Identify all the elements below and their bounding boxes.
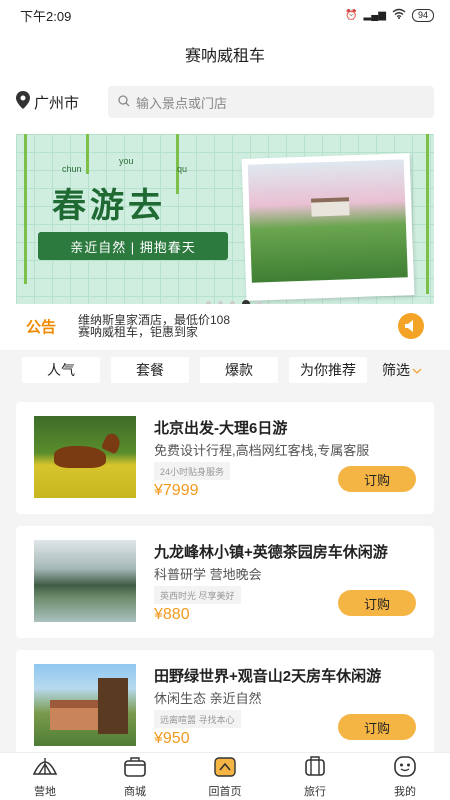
search-icon (118, 94, 130, 110)
category-tags: 人气 套餐 爆款 为你推荐 筛选 (0, 350, 450, 390)
search-placeholder: 输入景点或门店 (136, 95, 228, 111)
banner-section: chun you qu 春游去 亲近自然 | 拥抱春天 公告 维纳斯皇家酒店，最… (0, 126, 450, 350)
tab-profile[interactable]: 我的 (360, 753, 450, 800)
tab-label: 营地 (34, 786, 56, 798)
filter-label: 筛选 (382, 362, 410, 378)
product-badge: 24小时贴身服务 (154, 462, 231, 480)
tag-popular[interactable]: 人气 (22, 357, 100, 383)
tab-label: 回首页 (208, 786, 242, 798)
product-desc: 科普研学 营地晚会 (154, 567, 262, 582)
signal-icon: ▂▄▆ (363, 9, 386, 21)
product-card[interactable]: 田野绿世界+观音山2天房车休闲游 休闲生态 亲近自然 远离喧嚣 寻找本心 ¥95… (16, 650, 434, 762)
banner-slogan: 亲近自然 | 拥抱春天 (38, 232, 228, 260)
status-bar: 下午2:09 ⏰ ▂▄▆ 94 (0, 0, 450, 30)
product-card[interactable]: 北京出发-大理6日游 免费设计行程,高档网红客栈,专属客服 24小时贴身服务 ¥… (16, 402, 434, 514)
carousel-dot[interactable] (257, 301, 262, 304)
photo-house (310, 197, 350, 217)
tag-recommended[interactable]: 为你推荐 (289, 357, 367, 383)
bottom-tab-bar: 营地 商城 回首页 旅行 我的 (0, 752, 450, 800)
tab-camp[interactable]: 营地 (0, 753, 90, 800)
home-icon (212, 754, 238, 781)
filter-button[interactable]: 筛选 (382, 360, 422, 380)
tea-garden-image (247, 159, 408, 283)
location-pin-icon (16, 91, 30, 113)
tab-shop[interactable]: 商城 (90, 753, 180, 800)
tab-label: 旅行 (304, 786, 326, 798)
decor-vine (86, 134, 89, 174)
shop-icon (122, 754, 148, 781)
luggage-icon (302, 754, 328, 781)
page-title: 赛呐威租车 (184, 48, 265, 65)
notice-line: 赛呐威租车，钜惠到家 (78, 325, 199, 338)
product-badge: 远离喧嚣 寻找本心 (154, 710, 241, 728)
product-desc: 休闲生态 亲近自然 (154, 691, 262, 706)
wifi-icon (392, 8, 406, 22)
tab-travel[interactable]: 旅行 (270, 753, 360, 800)
battery-indicator: 94 (411, 8, 434, 22)
carousel-dot[interactable] (206, 301, 211, 304)
carousel-dot[interactable] (218, 301, 223, 304)
tag-package[interactable]: 套餐 (111, 357, 189, 383)
promo-banner[interactable]: chun you qu 春游去 亲近自然 | 拥抱春天 (16, 134, 434, 304)
decor-vine (426, 134, 429, 294)
status-icons: ⏰ ▂▄▆ 94 (345, 8, 434, 22)
tower-shape (98, 678, 128, 734)
product-title: 北京出发-大理6日游 (154, 420, 288, 437)
tab-label: 我的 (394, 786, 416, 798)
horse-shape (54, 446, 106, 468)
carousel-dot[interactable] (230, 301, 235, 304)
location-city: 广州市 (34, 94, 80, 112)
camp-icon (32, 754, 58, 781)
speaker-icon[interactable] (398, 313, 424, 339)
banner-title: 春游去 (52, 186, 166, 226)
tab-home[interactable]: 回首页 (180, 753, 270, 800)
product-price: ¥950 (154, 730, 190, 747)
product-desc: 免费设计行程,高档网红客栈,专属客服 (154, 443, 370, 458)
search-input[interactable]: 输入景点或门店 (108, 86, 434, 118)
product-badge: 英西时光 尽享美好 (154, 586, 241, 604)
status-time: 下午2:09 (20, 8, 72, 24)
carousel-dots[interactable] (206, 300, 262, 304)
product-card[interactable]: 九龙峰林小镇+英德茶园房车休闲游 科普研学 营地晚会 英西时光 尽享美好 ¥88… (16, 526, 434, 638)
order-button[interactable]: 订购 (338, 590, 416, 616)
order-button[interactable]: 订购 (338, 714, 416, 740)
product-title: 田野绿世界+观音山2天房车休闲游 (154, 668, 382, 685)
banner-photo (241, 153, 415, 301)
product-image (34, 416, 136, 498)
notice-text: 维纳斯皇家酒店，最低价108 赛呐威租车，钜惠到家 (78, 314, 386, 338)
notice-bar[interactable]: 公告 维纳斯皇家酒店，最低价108 赛呐威租车，钜惠到家 (16, 306, 434, 346)
app-header: 赛呐威租车 (0, 30, 450, 78)
banner-pinyin: you (119, 156, 134, 166)
location-selector[interactable]: 广州市 (16, 91, 108, 113)
product-price: ¥880 (154, 606, 190, 623)
order-button[interactable]: 订购 (338, 466, 416, 492)
carousel-dot-active[interactable] (242, 300, 250, 304)
banner-pinyin: qu (177, 164, 188, 174)
profile-icon (392, 754, 418, 781)
tag-hot[interactable]: 爆款 (200, 357, 278, 383)
chevron-down-icon (412, 362, 422, 378)
tab-label: 商城 (124, 786, 146, 798)
location-search-bar: 广州市 输入景点或门店 (0, 78, 450, 126)
product-title: 九龙峰林小镇+英德茶园房车休闲游 (154, 544, 388, 561)
decor-vine (24, 134, 27, 284)
product-price: ¥7999 (154, 482, 199, 499)
banner-pinyin: chun (62, 164, 82, 174)
product-image (34, 664, 136, 746)
alarm-icon: ⏰ (345, 9, 358, 21)
product-image (34, 540, 136, 622)
notice-label: 公告 (26, 318, 57, 336)
